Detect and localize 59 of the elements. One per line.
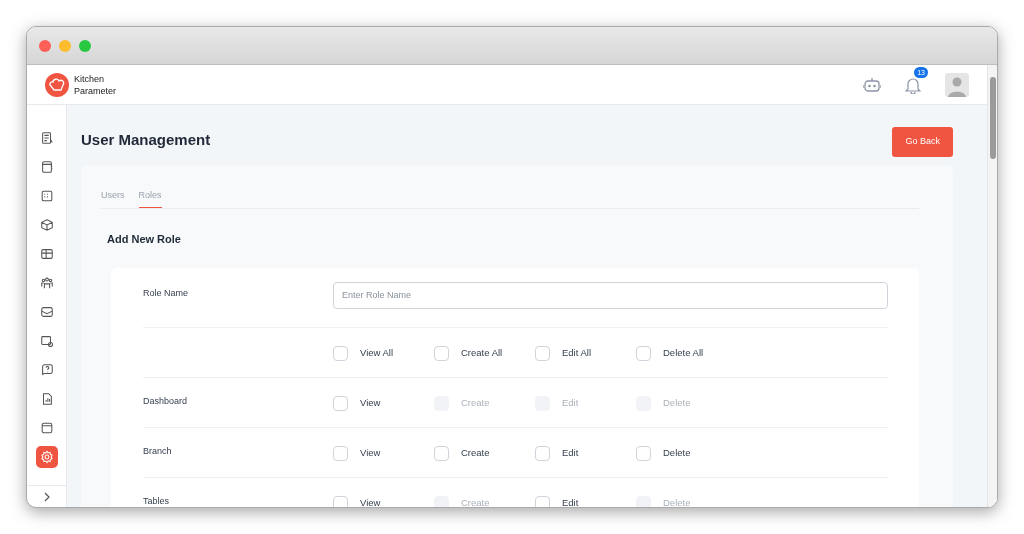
sidebar-item[interactable] — [35, 446, 58, 468]
permission-label: Delete — [663, 445, 691, 460]
robot-icon[interactable] — [863, 76, 881, 93]
permission-label: Create — [461, 395, 490, 410]
permission-label: Delete — [663, 395, 691, 410]
permission-label: Edit — [562, 445, 579, 460]
permission-label: View — [360, 395, 381, 410]
permission-label: Create All — [461, 345, 503, 360]
permission-checkbox[interactable] — [535, 495, 550, 507]
permission-checkbox[interactable] — [333, 495, 348, 507]
permission-label: Delete All — [663, 345, 704, 360]
permission-checkbox[interactable] — [434, 345, 449, 361]
field-label: Role Name — [143, 286, 190, 300]
go-back-button[interactable]: Go Back — [892, 127, 953, 157]
module-label: Branch — [143, 445, 173, 459]
brand-name: Kitchen Parameter — [74, 72, 117, 97]
permission-label: Create — [461, 445, 490, 460]
permission-label: Edit — [562, 395, 579, 410]
box-icon — [39, 218, 54, 232]
card-gear-icon — [39, 334, 54, 348]
role-name-field[interactable]: Enter Role Name — [333, 281, 888, 309]
notification-bell-icon[interactable] — [905, 76, 921, 95]
tab[interactable]: Roles — [138, 188, 162, 208]
module-label: Tables — [143, 495, 170, 507]
chevron-right-icon — [42, 491, 51, 502]
permission-checkbox[interactable] — [636, 445, 651, 461]
mail-icon — [39, 305, 54, 319]
permission-checkbox[interactable] — [636, 345, 651, 361]
help-icon — [39, 363, 54, 377]
permission-label: View All — [360, 345, 394, 360]
avatar-icon[interactable] — [945, 72, 969, 97]
permission-label: View — [360, 495, 381, 507]
minimize-button[interactable] — [59, 39, 71, 52]
permission-label: Delete — [663, 495, 691, 507]
permission-checkbox[interactable] — [333, 395, 348, 411]
tab[interactable]: Users — [101, 188, 125, 208]
table-icon — [39, 247, 54, 261]
window-icon — [39, 421, 54, 435]
maximize-button[interactable] — [79, 39, 91, 52]
permission-label: Edit All — [562, 345, 592, 360]
document-icon — [39, 131, 54, 145]
settings-icon — [39, 450, 54, 464]
permission-label: Edit — [562, 495, 579, 507]
chef-hat-logo-icon — [45, 72, 69, 97]
permission-label: View — [360, 445, 381, 460]
people-icon — [39, 276, 54, 290]
permission-checkbox[interactable] — [535, 345, 550, 361]
page-title: User Management — [81, 131, 211, 149]
book-icon — [39, 160, 54, 174]
permission-checkbox[interactable] — [434, 445, 449, 461]
permission-label: Create — [461, 495, 490, 507]
permission-checkbox[interactable] — [333, 345, 348, 361]
permission-checkbox[interactable] — [535, 445, 550, 461]
scrollbar[interactable] — [987, 65, 997, 507]
module-label: Dashboard — [143, 395, 189, 409]
calendar-icon — [39, 189, 54, 203]
section-heading: Add New Role — [107, 232, 182, 247]
permission-checkbox[interactable] — [333, 445, 348, 461]
close-button[interactable] — [39, 39, 51, 52]
